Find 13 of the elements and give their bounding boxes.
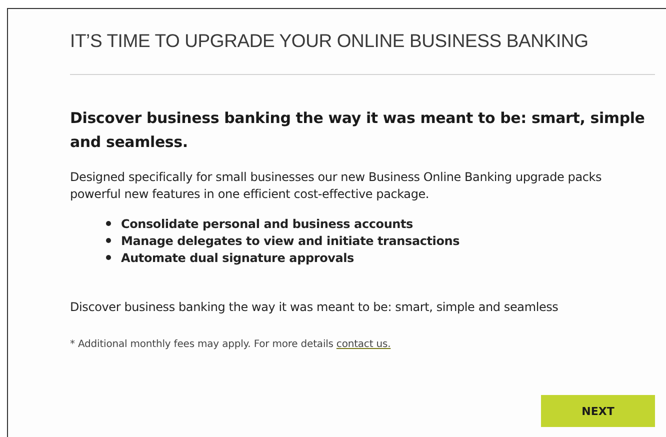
tagline-text: Discover business banking the way it was meant to be: smart, simple and seamless: [70, 299, 560, 316]
dialog-title: IT’S TIME TO UPGRADE YOUR ONLINE BUSINESS BANKING: [70, 30, 590, 52]
bullet-icon: [106, 238, 111, 243]
intro-text: Designed specifically for small businesses our new Business Online Banking upgrade packs powerful new features in one efficient cost-effective package.: [70, 169, 603, 203]
headline: Discover business banking the way it was meant to be: smart, simple and seamless.: [70, 108, 646, 153]
contact-link[interactable]: contact us.: [336, 339, 391, 350]
next-button[interactable]: NEXT: [541, 395, 655, 427]
footnote-text: * Additional monthly fees may apply. For more details contact us.: [70, 339, 392, 350]
bullet-icon: [106, 221, 111, 226]
feature-text: Manage delegates to view and initiate transactions: [121, 234, 460, 248]
feature-text: Consolidate personal and business accounts: [121, 216, 413, 230]
feature-text: Automate dual signature approvals: [121, 250, 354, 264]
bullet-icon: [106, 255, 111, 260]
